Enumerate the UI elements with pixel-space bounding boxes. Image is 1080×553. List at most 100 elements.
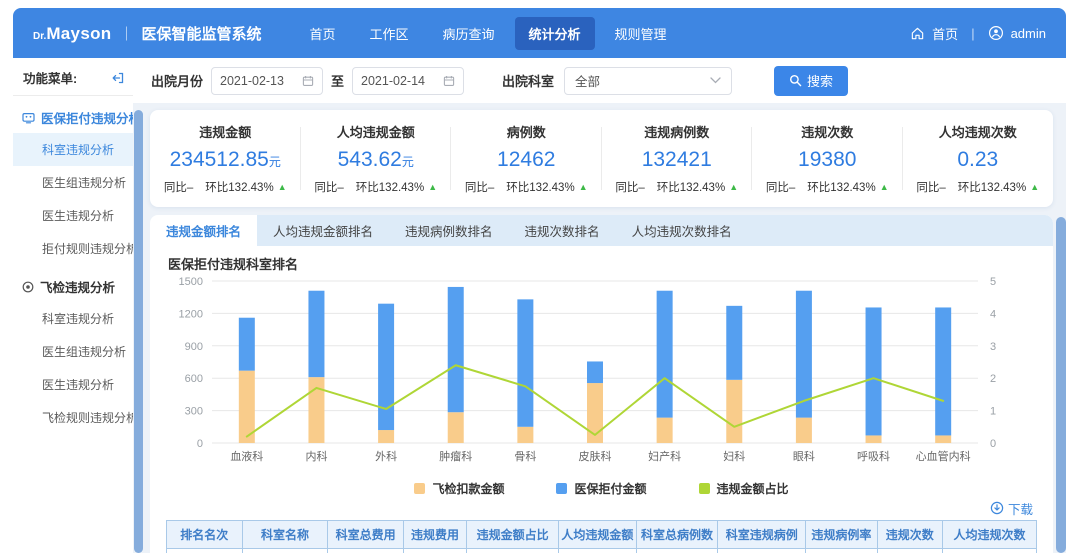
bar-insurance-10[interactable] bbox=[935, 307, 952, 436]
legend-item-2[interactable]: 违规金额占比 bbox=[698, 480, 789, 497]
download-icon bbox=[990, 501, 1004, 515]
table-cell bbox=[166, 548, 243, 553]
logo-name: Mayson bbox=[46, 23, 112, 43]
legend-label: 违规金额占比 bbox=[716, 481, 789, 496]
date-to-input[interactable]: 2021-02-14 bbox=[352, 66, 465, 95]
sidebar-item-0-0[interactable]: 科室违规分析 bbox=[13, 133, 133, 166]
kpi-value: 19380 bbox=[798, 148, 857, 171]
sidebar-item-1-0[interactable]: 科室违规分析 bbox=[13, 302, 133, 335]
download-link[interactable]: 下载 bbox=[990, 499, 1033, 518]
home-link[interactable]: 首页 bbox=[932, 24, 958, 43]
bar-insurance-6[interactable] bbox=[656, 290, 673, 418]
kpi-summary-card: 违规金额 234512.85元 同比– 环比132.43% ▲ 人均违规金额 543.62元… bbox=[150, 110, 1053, 207]
bar-fly-check-8[interactable] bbox=[795, 417, 812, 443]
sidebar-item-0-3[interactable]: 拒付规则违规分析 bbox=[13, 232, 138, 265]
tab-2[interactable]: 违规病例数排名 bbox=[389, 215, 509, 246]
legend-swatch bbox=[698, 482, 710, 494]
table-header-1: 科室名称 bbox=[241, 520, 329, 549]
nav-item-1[interactable]: 工作区 bbox=[355, 17, 422, 50]
kpi-mom-value: 环比132.43% bbox=[355, 182, 425, 194]
search-icon bbox=[789, 74, 802, 87]
chart-title: 医保拒付违规科室排名 bbox=[168, 257, 299, 272]
bar-fly-check-6[interactable] bbox=[656, 417, 673, 443]
sidebar-item-0-2[interactable]: 医生违规分析 bbox=[13, 199, 133, 232]
tab-0[interactable]: 违规金额排名 bbox=[150, 215, 258, 246]
x-category-label: 妇科 bbox=[723, 449, 745, 463]
table-cell bbox=[805, 548, 878, 553]
kpi-compare: 同比– 环比132.43% ▲ bbox=[766, 179, 889, 195]
kpi-mom: 环比132.43% ▲ bbox=[807, 179, 888, 195]
date-from-value: 2021-02-13 bbox=[220, 73, 284, 88]
x-category-label: 妇产科 bbox=[648, 449, 681, 463]
sidebar-item-1-1[interactable]: 医生组违规分析 bbox=[13, 335, 133, 368]
right-scrollbar[interactable] bbox=[1056, 217, 1066, 553]
y-right-tick: 2 bbox=[990, 373, 996, 385]
nav-item-3[interactable]: 统计分析 bbox=[514, 16, 595, 50]
sidebar-header: 功能菜单: bbox=[13, 58, 133, 96]
username[interactable]: admin bbox=[1011, 26, 1046, 41]
legend-item-0[interactable]: 飞检扣款金额 bbox=[414, 480, 504, 497]
sidebar-group-header-1[interactable]: 飞检违规分析 bbox=[13, 265, 133, 302]
bar-insurance-5[interactable] bbox=[587, 361, 603, 384]
table-cell bbox=[402, 548, 468, 553]
kpi-mom-value: 环比132.43% bbox=[205, 182, 274, 194]
sidebar-item-0-1[interactable]: 医生组违规分析 bbox=[13, 166, 133, 199]
date-to-value: 2021-02-14 bbox=[361, 73, 425, 88]
kpi-title: 违规金额 bbox=[199, 125, 252, 140]
table-cell bbox=[717, 548, 807, 553]
bar-fly-check-9[interactable] bbox=[865, 435, 882, 443]
kpi-mom: 环比132.43% ▲ bbox=[356, 179, 437, 195]
chevron-down-icon bbox=[710, 77, 721, 84]
nav-item-2[interactable]: 病历查询 bbox=[428, 17, 508, 50]
x-category-label: 皮肤科 bbox=[579, 449, 612, 463]
table-header-5: 人均违规金额 bbox=[558, 520, 637, 549]
top-navbar: Dr. Mayson ｜ 医保智能监管系统 首页 工作区 病历查询 统计分析 规则管理 … bbox=[13, 8, 1066, 58]
discharge-dept-label: 出院科室 bbox=[502, 74, 555, 89]
sidebar-group-header-0[interactable]: 医保拒付违规分析 bbox=[13, 96, 141, 133]
kpi-title: 违规次数 bbox=[801, 125, 854, 140]
bar-fly-check-3[interactable] bbox=[447, 412, 464, 443]
tab-3[interactable]: 违规次数排名 bbox=[509, 215, 616, 246]
dept-select-value: 全部 bbox=[575, 75, 601, 89]
bar-insurance-7[interactable] bbox=[726, 305, 743, 380]
tab-1[interactable]: 人均违规金额排名 bbox=[257, 215, 389, 246]
bar-fly-check-4[interactable] bbox=[517, 426, 534, 443]
table-header-10: 人均违规次数 bbox=[941, 520, 1038, 549]
main-nav: 首页 工作区 病历查询 统计分析 规则管理 bbox=[295, 16, 681, 50]
nav-item-0[interactable]: 首页 bbox=[295, 17, 349, 50]
ranking-panel-body: 医保拒付违规科室排名 0 300 600 900 1200 1500 0 1 2 3 4 5 血液科 内科… bbox=[150, 246, 1053, 553]
bar-fly-check-2[interactable] bbox=[378, 430, 395, 443]
dept-select[interactable]: 全部 bbox=[564, 66, 733, 95]
bar-fly-check-7[interactable] bbox=[726, 379, 743, 443]
kpi-mom-value: 环比132.43% bbox=[506, 182, 575, 194]
sidebar-item-1-2[interactable]: 医生违规分析 bbox=[13, 368, 133, 401]
table-cell bbox=[327, 548, 404, 553]
kpi-title: 人均违规次数 bbox=[938, 125, 1017, 140]
bar-insurance-9[interactable] bbox=[865, 307, 882, 436]
kpi-mom: 环比132.43% ▲ bbox=[205, 179, 286, 195]
kpi-unit: 元 bbox=[268, 155, 281, 169]
calendar-icon bbox=[443, 75, 455, 87]
home-icon[interactable] bbox=[910, 26, 925, 41]
logo-separator: ｜ bbox=[119, 25, 134, 42]
y-right-tick: 4 bbox=[990, 308, 996, 320]
legend-item-1[interactable]: 医保拒付金额 bbox=[556, 480, 647, 497]
bar-insurance-3[interactable] bbox=[447, 286, 464, 413]
date-from-input[interactable]: 2021-02-13 bbox=[211, 66, 324, 95]
bar-fly-check-10[interactable] bbox=[935, 435, 952, 443]
user-avatar-icon[interactable] bbox=[988, 25, 1004, 41]
bar-insurance-0[interactable] bbox=[238, 317, 255, 371]
ranking-tabs: 违规金额排名 人均违规金额排名 违规病例数排名 违规次数排名 人均违规次数排名 bbox=[150, 215, 1053, 246]
collapse-sidebar-icon[interactable] bbox=[111, 71, 125, 85]
sidebar-item-1-3[interactable]: 飞检规则违规分析 bbox=[13, 401, 138, 434]
trend-up-icon: ▲ bbox=[428, 181, 438, 192]
bar-insurance-4[interactable] bbox=[517, 299, 534, 427]
left-scrollbar[interactable] bbox=[134, 110, 143, 553]
search-button[interactable]: 搜索 bbox=[774, 65, 849, 96]
bar-insurance-2[interactable] bbox=[378, 303, 395, 431]
nav-item-4[interactable]: 规则管理 bbox=[601, 17, 681, 50]
tab-4[interactable]: 人均违规次数排名 bbox=[616, 215, 748, 246]
bar-insurance-1[interactable] bbox=[308, 290, 325, 378]
x-category-label: 外科 bbox=[375, 449, 397, 463]
chart-legend: 飞检扣款金额 医保拒付金额 违规金额占比 bbox=[166, 478, 1037, 498]
